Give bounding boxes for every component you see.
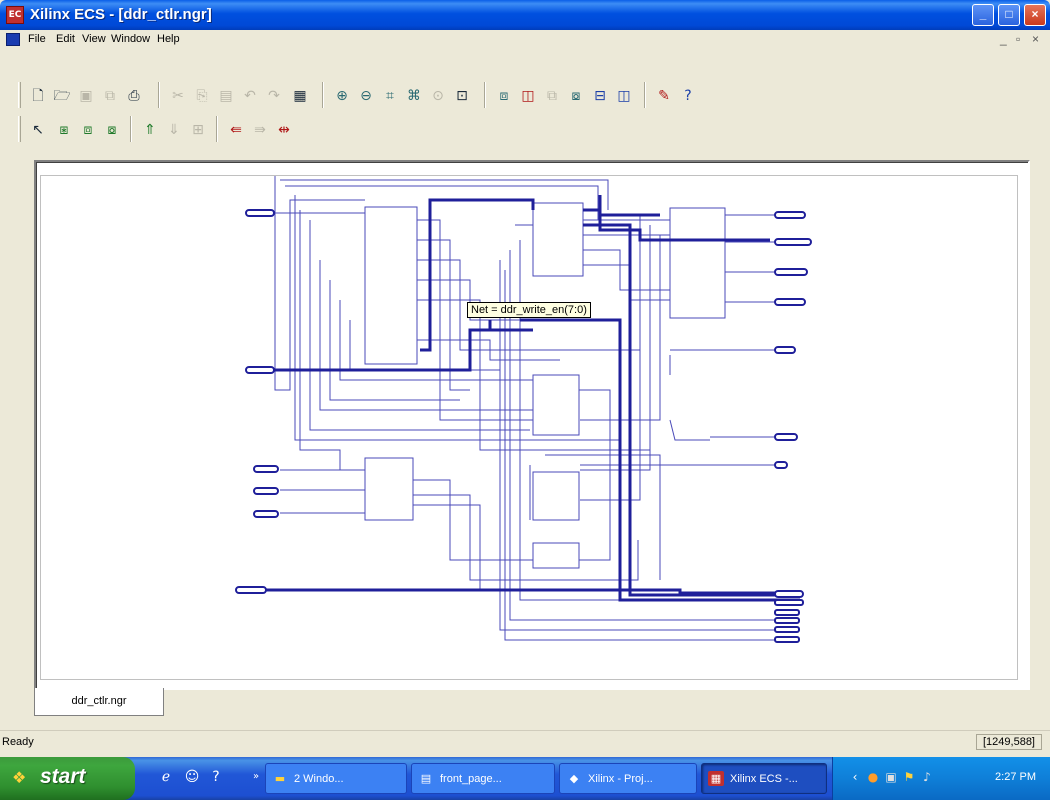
start-label: start xyxy=(40,765,86,788)
schematic-block xyxy=(364,457,414,521)
output-port xyxy=(774,590,804,598)
quick-launch-expand-icon[interactable]: » xyxy=(246,767,266,787)
output-port xyxy=(774,626,800,633)
input-port xyxy=(253,465,279,473)
input-port xyxy=(235,586,267,594)
task-label: Xilinx ECS -... xyxy=(730,773,798,785)
output-port xyxy=(774,617,800,624)
clock[interactable]: 2:27 PM xyxy=(995,771,1036,783)
input-port xyxy=(253,510,279,518)
main-window: EC Xilinx ECS - [ddr_ctlr.ngr] _ □ × Fil… xyxy=(0,0,1050,757)
schematic-block xyxy=(532,542,580,569)
xilinx-project-icon: ◆ xyxy=(569,772,579,785)
schematic-block xyxy=(532,471,580,521)
task-label: 2 Windo... xyxy=(294,773,344,785)
schematic-block xyxy=(364,206,418,365)
net-tooltip: Net = ddr_write_en(7:0) xyxy=(467,302,591,318)
task-windows-explorer[interactable]: ▬ 2 Windo... xyxy=(265,763,407,794)
security-icon[interactable]: ⚑ xyxy=(901,769,917,785)
output-port xyxy=(774,346,796,354)
system-tray: ‹ ● ▣ ⚑ ♪ 2:27 PM xyxy=(832,757,1050,800)
input-port xyxy=(245,209,275,217)
document-icon: ▤ xyxy=(420,772,432,785)
folder-icon: ▬ xyxy=(274,772,286,785)
task-front-page[interactable]: ▤ front_page... xyxy=(411,763,555,794)
output-port xyxy=(774,268,808,276)
xilinx-ecs-icon: ▦ xyxy=(708,771,724,786)
input-port xyxy=(253,487,279,495)
network-icon[interactable]: ▣ xyxy=(883,769,899,785)
task-xilinx-ecs[interactable]: ▦ Xilinx ECS -... xyxy=(701,763,827,794)
output-port xyxy=(774,298,806,306)
document-tabs: ddr_ctlr.ngr xyxy=(30,688,1030,718)
help-icon[interactable]: ? xyxy=(206,767,226,787)
schematic-block xyxy=(532,374,580,436)
schematic-diagram[interactable] xyxy=(0,0,1050,757)
output-port xyxy=(774,238,812,246)
start-button[interactable]: ❖ start xyxy=(0,757,135,800)
output-port xyxy=(774,599,804,606)
output-port xyxy=(774,636,800,643)
tray-app-icon[interactable]: ● xyxy=(865,769,881,785)
ie-icon[interactable]: ℯ xyxy=(156,767,176,787)
volume-icon[interactable]: ♪ xyxy=(919,769,935,785)
schematic-block xyxy=(532,202,584,277)
output-port xyxy=(774,461,788,469)
tab-ddr-ctlr[interactable]: ddr_ctlr.ngr xyxy=(34,688,164,716)
messenger-icon[interactable]: ☺ xyxy=(182,767,202,787)
task-label: front_page... xyxy=(440,773,502,785)
cursor-coordinates: [1249,588] xyxy=(976,734,1042,750)
status-bar: Ready [1249,588] xyxy=(0,730,1050,752)
status-text: Ready xyxy=(2,736,34,748)
windows-logo-icon: ❖ xyxy=(12,768,27,787)
task-xilinx-project[interactable]: ◆ Xilinx - Proj... xyxy=(559,763,697,794)
output-port xyxy=(774,609,800,616)
output-port xyxy=(774,211,806,219)
tray-collapse-icon[interactable]: ‹ xyxy=(847,769,863,785)
schematic-block xyxy=(669,207,726,319)
output-port xyxy=(774,433,798,441)
input-port xyxy=(245,366,275,374)
taskbar: ❖ start ℯ ☺ ? » ▬ 2 Windo... ▤ front_pag… xyxy=(0,757,1050,800)
task-label: Xilinx - Proj... xyxy=(588,773,653,785)
